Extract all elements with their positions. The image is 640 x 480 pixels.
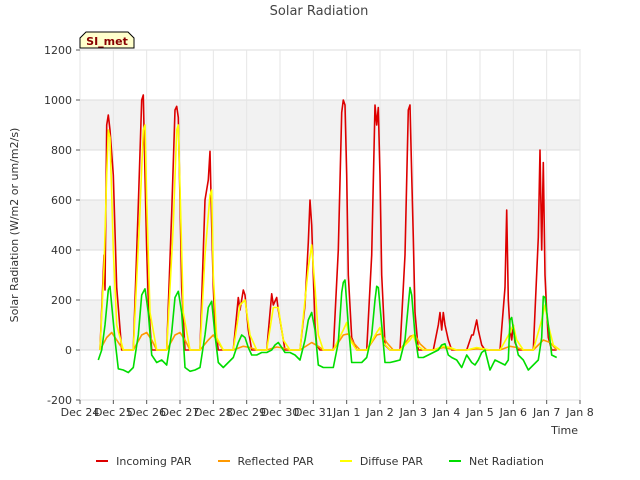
x-axis-label: Time — [550, 424, 578, 437]
legend-swatch — [449, 460, 461, 462]
x-axis: Dec 24Dec 25Dec 26Dec 27Dec 28Dec 29Dec … — [61, 400, 594, 419]
y-tick-label: 800 — [51, 144, 72, 157]
legend-item: Net Radiation — [449, 452, 544, 470]
legend-label: Net Radiation — [469, 454, 544, 468]
legend-label: Reflected PAR — [237, 454, 314, 468]
y-tick-label: 200 — [51, 294, 72, 307]
y-tick-label: 1200 — [44, 44, 72, 57]
x-tick-label: Jan 4 — [432, 406, 460, 419]
legend-item: Incoming PAR — [96, 452, 192, 470]
legend: Incoming PAR Reflected PAR Diffuse PAR Net … — [0, 452, 640, 470]
legend-label: Diffuse PAR — [359, 454, 423, 468]
x-tick-label: Jan 3 — [399, 406, 427, 419]
grid-band — [80, 200, 580, 250]
y-axis-label: Solar Radiation (W/m2 or um/m2/s) — [8, 128, 21, 323]
y-tick-label: 0 — [65, 344, 72, 357]
x-tick-label: Dec 31 — [294, 406, 333, 419]
x-tick-label: Jan 2 — [365, 406, 393, 419]
x-tick-label: Jan 8 — [565, 406, 593, 419]
legend-swatch — [339, 460, 352, 462]
y-tick-label: 400 — [51, 244, 72, 257]
legend-swatch — [217, 460, 230, 462]
x-tick-label: Jan 5 — [465, 406, 493, 419]
chart-title: Solar Radiation — [270, 4, 369, 19]
legend-item: Diffuse PAR — [339, 452, 423, 470]
y-axis: -200020040060080010001200 — [44, 44, 80, 407]
si-met-label: SI_met — [86, 35, 128, 48]
si-met-tag: SI_met — [79, 31, 135, 49]
y-tick-label: 1000 — [44, 94, 72, 107]
solar-radiation-chart: Solar Radiation -20002004006008001000120… — [8, 4, 594, 437]
y-tick-label: 600 — [51, 194, 72, 207]
x-tick-label: Jan 6 — [499, 406, 527, 419]
legend-item: Reflected PAR — [217, 452, 314, 470]
x-tick-label: Jan 7 — [532, 406, 560, 419]
legend-label: Incoming PAR — [116, 454, 192, 468]
legend-swatch — [96, 460, 109, 462]
x-tick-label: Jan 1 — [332, 406, 360, 419]
grid-band — [80, 100, 580, 150]
